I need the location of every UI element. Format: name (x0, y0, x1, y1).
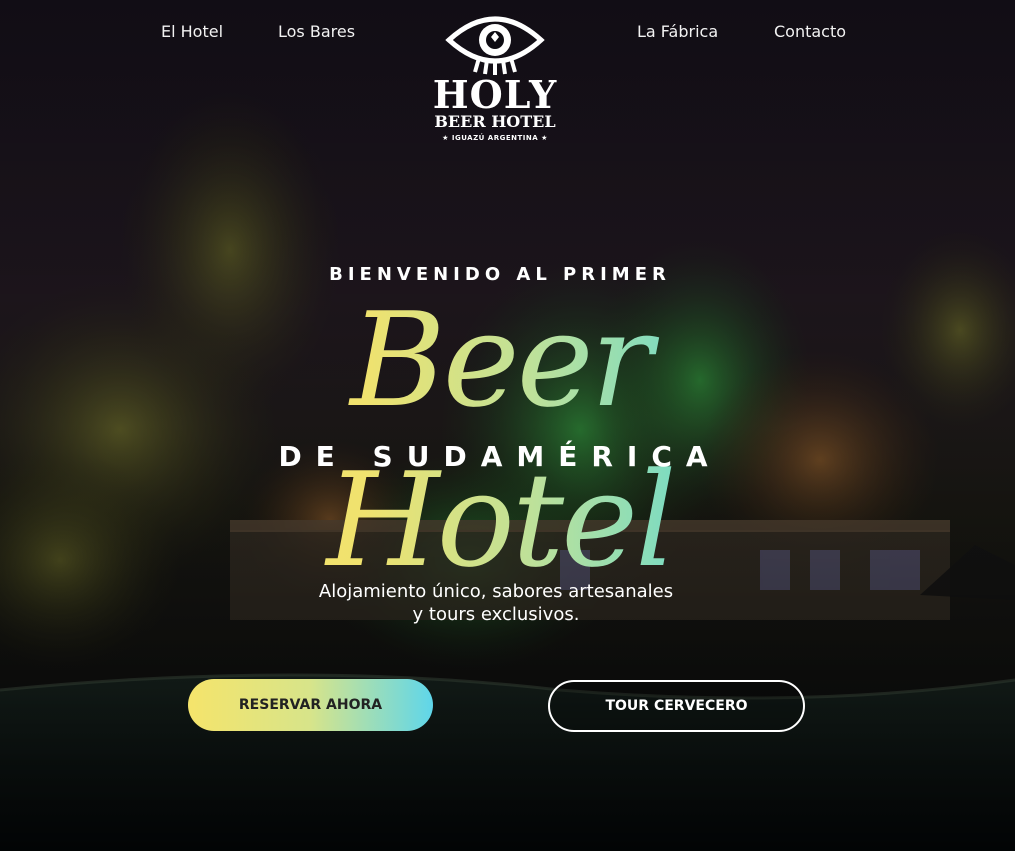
nav-contacto[interactable]: Contacto (774, 22, 846, 41)
nav-el-hotel[interactable]: El Hotel (161, 22, 223, 41)
tagline-line-2: y tours exclusivos. (412, 604, 580, 625)
hero-subhead: DE SUDAMÉRICA (278, 440, 722, 473)
eye-hop-icon (445, 16, 545, 75)
holy-beer-hotel-logo[interactable]: HOLY BEER HOTEL ★ IGUAZÚ ARGENTINA ★ (420, 10, 570, 170)
logo-location: ★ IGUAZÚ ARGENTINA ★ (442, 134, 548, 142)
nav-los-bares[interactable]: Los Bares (278, 22, 355, 41)
logo-wordmark-holy: HOLY (432, 72, 558, 117)
tour-cervecero-button[interactable]: TOUR CERVECERO (548, 680, 805, 732)
nav-la-fabrica[interactable]: La Fábrica (637, 22, 718, 41)
hero-tagline: Alojamiento único, sabores artesanales y… (246, 580, 746, 626)
tagline-line-1: Alojamiento único, sabores artesanales (318, 581, 674, 602)
reservar-ahora-button[interactable]: RESERVAR AHORA (188, 679, 433, 731)
logo-wordmark-beer-hotel: BEER HOTEL (434, 112, 556, 131)
